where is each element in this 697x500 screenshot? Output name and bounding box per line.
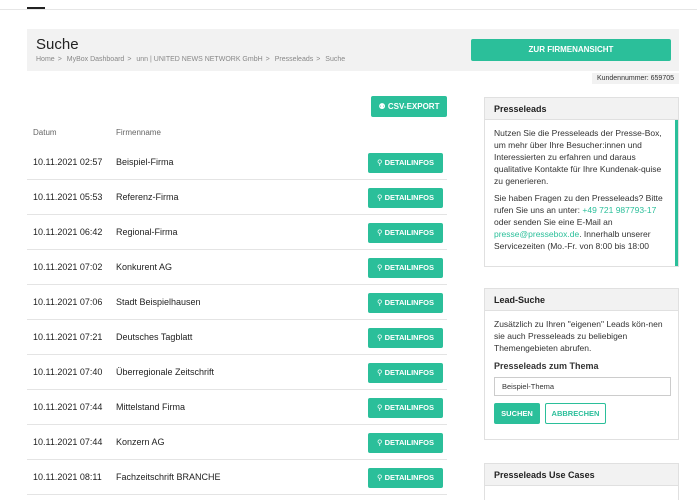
theme-input[interactable]: Beispiel-Thema <box>494 377 671 396</box>
detailinfos-button[interactable]: ⚲ DETAILINFOS <box>368 258 443 278</box>
detailinfos-button[interactable]: ⚲ DETAILINFOS <box>368 398 443 418</box>
detailinfos-button[interactable]: ⚲ DETAILINFOS <box>368 223 443 243</box>
table-row: 10.11.2021 02:57 Beispiel-Firma ⚲ DETAILIN… <box>27 145 447 180</box>
search-icon: ⚲ <box>376 193 383 202</box>
breadcrumb-sep: > <box>265 56 270 63</box>
table-row: 10.11.2021 07:44 Mittelstand Firma ⚲ DETAI… <box>27 390 447 425</box>
customer-number: Kundennummer: 659705 <box>591 73 679 84</box>
row-date: 10.11.2021 07:44 <box>33 402 103 412</box>
detailinfos-label: DETAILINFOS <box>384 438 435 447</box>
detailinfos-button[interactable]: ⚲ DETAILINFOS <box>368 153 443 173</box>
breadcrumb-sep: > <box>57 56 62 63</box>
search-icon: ⚲ <box>376 333 383 342</box>
detailinfos-label: DETAILINFOS <box>384 473 435 482</box>
table-row: 10.11.2021 07:02 Konkurent AG ⚲ DETAILINFO… <box>27 250 447 285</box>
row-firm: Fachzeitschrift BRANCHE <box>116 472 221 482</box>
row-date: 10.11.2021 07:40 <box>33 367 103 377</box>
column-header-firm: Firmenname <box>116 128 161 137</box>
table-row: 10.11.2021 07:21 Deutsches Tagblatt ⚲ DETA… <box>27 320 447 355</box>
theme-label: Presseleads zum Thema <box>494 361 599 371</box>
lead-search-text: Zusätzlich zu Ihren "eigenen" Leads kön-… <box>494 319 663 353</box>
detailinfos-label: DETAILINFOS <box>384 333 435 342</box>
detailinfos-button[interactable]: ⚲ DETAILINFOS <box>368 468 443 488</box>
row-firm: Stadt Beispielhausen <box>116 297 201 307</box>
search-icon: ⚲ <box>376 158 383 167</box>
row-firm: Deutsches Tagblatt <box>116 332 193 342</box>
search-icon: ⚲ <box>376 438 383 447</box>
lead-search-panel: Lead-Suche Zusätzlich zu Ihren "eigenen"… <box>484 288 679 440</box>
people-icon: ⚉ <box>378 102 386 111</box>
row-date: 10.11.2021 07:44 <box>33 437 103 447</box>
leads-table: 10.11.2021 02:57 Beispiel-Firma ⚲ DETAILIN… <box>27 145 447 495</box>
phone-link[interactable]: +49 721 987793-17 <box>582 205 656 215</box>
breadcrumb-presseleads[interactable]: Presseleads <box>275 56 314 63</box>
table-row: 10.11.2021 08:11 Fachzeitschrift BRANCHE ⚲… <box>27 460 447 495</box>
search-icon: ⚲ <box>376 403 383 412</box>
row-date: 10.11.2021 07:06 <box>33 297 103 307</box>
breadcrumb-company[interactable]: unn | UNITED NEWS NETWORK GmbH <box>136 56 262 63</box>
table-row: 10.11.2021 06:42 Regional-Firma ⚲ DETAILIN… <box>27 215 447 250</box>
row-firm: Konkurent AG <box>116 262 173 272</box>
presseleads-panel-body[interactable]: Nutzen Sie die Presseleads der Presse-Bo… <box>485 120 678 266</box>
breadcrumb-sep: > <box>127 56 132 63</box>
csv-export-button[interactable]: ⚉ CSV-EXPORT <box>371 96 447 117</box>
row-firm: Regional-Firma <box>116 227 178 237</box>
use-cases-panel: Presseleads Use Cases <box>484 463 679 500</box>
row-date: 10.11.2021 07:02 <box>33 262 103 272</box>
presseleads-intro: Nutzen Sie die Presseleads der Presse-Bo… <box>494 128 662 186</box>
search-icon: ⚲ <box>376 228 383 237</box>
email-link[interactable]: presse@pressebox.de <box>494 229 579 239</box>
row-firm: Mittelstand Firma <box>116 402 186 412</box>
detailinfos-label: DETAILINFOS <box>384 403 435 412</box>
detailinfos-button[interactable]: ⚲ DETAILINFOS <box>368 188 443 208</box>
search-icon: ⚲ <box>376 263 383 272</box>
breadcrumb: Home > MyBox Dashboard > unn | UNITED NEWS… <box>36 56 348 63</box>
row-date: 10.11.2021 02:57 <box>33 157 103 167</box>
top-divider <box>0 9 697 10</box>
contact-text-mid: oder senden Sie eine E-Mail an <box>494 217 613 227</box>
column-header-date: Datum <box>33 128 57 137</box>
breadcrumb-dashboard[interactable]: MyBox Dashboard <box>67 56 125 63</box>
detailinfos-label: DETAILINFOS <box>384 228 435 237</box>
presseleads-panel: Presseleads Nutzen Sie die Presseleads d… <box>484 97 679 267</box>
table-row: 10.11.2021 07:44 Konzern AG ⚲ DETAILINFOS <box>27 425 447 460</box>
breadcrumb-sep: > <box>316 56 321 63</box>
lead-search-title: Lead-Suche <box>485 289 678 311</box>
detailinfos-button[interactable]: ⚲ DETAILINFOS <box>368 328 443 348</box>
detailinfos-button[interactable]: ⚲ DETAILINFOS <box>368 433 443 453</box>
detailinfos-label: DETAILINFOS <box>384 368 435 377</box>
search-button[interactable]: SUCHEN <box>494 403 540 424</box>
row-date: 10.11.2021 06:42 <box>33 227 103 237</box>
page-title: Suche <box>36 36 79 53</box>
detailinfos-label: DETAILINFOS <box>384 263 435 272</box>
row-date: 10.11.2021 07:21 <box>33 332 103 342</box>
use-cases-title: Presseleads Use Cases <box>485 464 678 486</box>
row-firm: Konzern AG <box>116 437 165 447</box>
table-row: 10.11.2021 07:06 Stadt Beispielhausen ⚲ DE… <box>27 285 447 320</box>
table-row: 10.11.2021 07:40 Überregionale Zeitschrif… <box>27 355 447 390</box>
row-date: 10.11.2021 05:53 <box>33 192 103 202</box>
row-firm: Referenz-Firma <box>116 192 179 202</box>
company-view-button[interactable]: ZUR FIRMENANSICHT <box>471 39 671 61</box>
presseleads-contact: Sie haben Fragen zu den Presseleads? Bit… <box>494 192 666 252</box>
search-icon: ⚲ <box>376 473 383 482</box>
cancel-button[interactable]: ABBRECHEN <box>545 403 606 424</box>
presseleads-panel-title: Presseleads <box>485 98 678 120</box>
csv-export-label: CSV-EXPORT <box>387 102 440 111</box>
detailinfos-button[interactable]: ⚲ DETAILINFOS <box>368 293 443 313</box>
detailinfos-label: DETAILINFOS <box>384 298 435 307</box>
detailinfos-button[interactable]: ⚲ DETAILINFOS <box>368 363 443 383</box>
table-row: 10.11.2021 05:53 Referenz-Firma ⚲ DETAILIN… <box>27 180 447 215</box>
breadcrumb-home[interactable]: Home <box>36 56 55 63</box>
breadcrumb-current: Suche <box>325 56 346 63</box>
page-header: Suche Home > MyBox Dashboard > unn | UNITE… <box>27 29 679 71</box>
row-firm: Überregionale Zeitschrift <box>116 367 215 377</box>
row-date: 10.11.2021 08:11 <box>33 472 102 482</box>
search-icon: ⚲ <box>376 368 383 377</box>
search-icon: ⚲ <box>376 298 383 307</box>
row-firm: Beispiel-Firma <box>116 157 174 167</box>
detailinfos-label: DETAILINFOS <box>384 193 435 202</box>
detailinfos-label: DETAILINFOS <box>384 158 435 167</box>
